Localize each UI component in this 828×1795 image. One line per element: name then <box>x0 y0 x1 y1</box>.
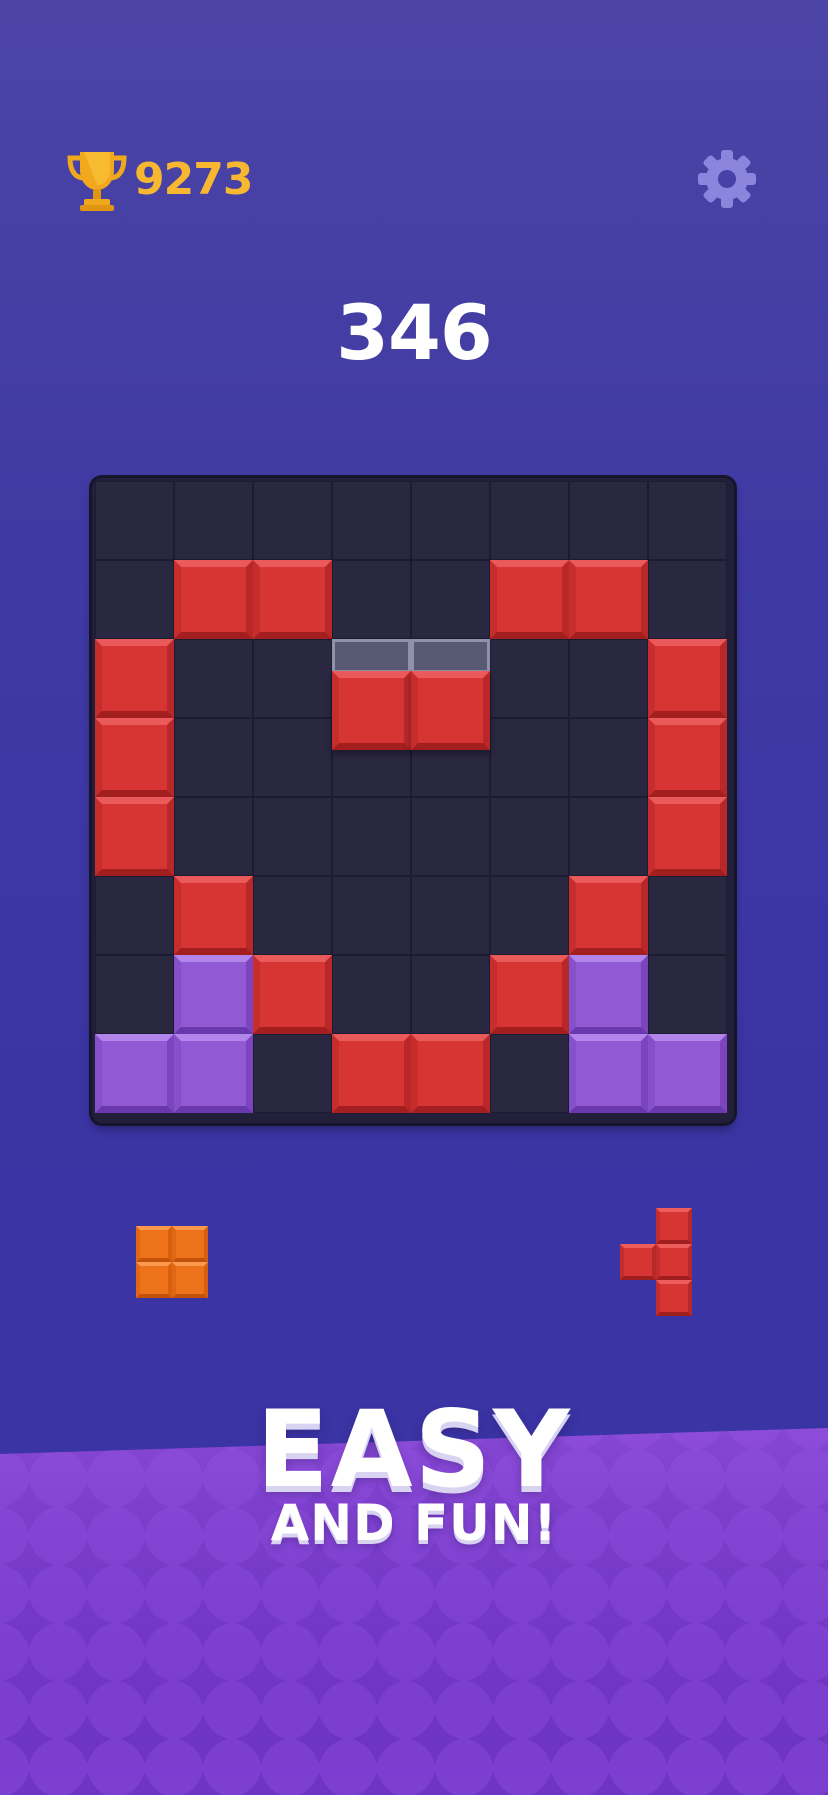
board-cell[interactable] <box>174 718 253 797</box>
purple-block <box>95 1034 174 1113</box>
board-cell[interactable] <box>174 639 253 718</box>
dragging-block[interactable] <box>332 671 411 750</box>
purple-block <box>174 955 253 1034</box>
red-block <box>569 876 648 955</box>
red-block <box>411 1034 490 1113</box>
purple-block <box>569 955 648 1034</box>
board-cell[interactable] <box>95 876 174 955</box>
red-block <box>490 560 569 639</box>
current-score: 346 <box>336 288 493 377</box>
board-cell[interactable] <box>490 797 569 876</box>
orange-mini-block <box>172 1226 208 1262</box>
board-cell[interactable] <box>490 1034 569 1113</box>
trophy-icon <box>66 148 128 212</box>
board-cell[interactable] <box>253 876 332 955</box>
board-cell[interactable] <box>411 797 490 876</box>
red-block <box>95 797 174 876</box>
board-cell[interactable] <box>95 955 174 1034</box>
red-block <box>648 718 727 797</box>
board-cell[interactable] <box>253 639 332 718</box>
board-cell[interactable] <box>411 876 490 955</box>
orange-mini-block <box>136 1262 172 1298</box>
board-cell[interactable] <box>569 797 648 876</box>
board-cell[interactable] <box>95 481 174 560</box>
board-cell[interactable] <box>253 797 332 876</box>
board-cell[interactable] <box>490 481 569 560</box>
board-cell[interactable] <box>253 718 332 797</box>
board-cell[interactable] <box>648 560 727 639</box>
board-cell[interactable] <box>648 955 727 1034</box>
purple-block <box>648 1034 727 1113</box>
dragging-block[interactable] <box>411 671 490 750</box>
red-block <box>648 797 727 876</box>
red-block <box>174 560 253 639</box>
red-block <box>490 955 569 1034</box>
board-cell[interactable] <box>332 955 411 1034</box>
board-cell[interactable] <box>569 639 648 718</box>
drop-preview <box>411 639 490 673</box>
purple-block <box>569 1034 648 1113</box>
red-mini-block <box>656 1244 692 1280</box>
red-mini-block <box>656 1208 692 1244</box>
red-block <box>253 955 332 1034</box>
purple-block <box>174 1034 253 1113</box>
orange-mini-block <box>172 1262 208 1298</box>
board-cell[interactable] <box>648 481 727 560</box>
board-cell[interactable] <box>569 718 648 797</box>
drop-preview <box>332 639 411 673</box>
board-cell[interactable] <box>490 718 569 797</box>
board-cell[interactable] <box>648 876 727 955</box>
board-cell[interactable] <box>332 481 411 560</box>
top-bar: 9273 <box>0 0 828 260</box>
board-cell[interactable] <box>174 481 253 560</box>
red-mini-block <box>656 1280 692 1316</box>
board-cell[interactable] <box>411 560 490 639</box>
best-score: 9273 <box>134 154 253 205</box>
red-block <box>253 560 332 639</box>
banner-title: EASY <box>256 1388 572 1511</box>
orange-mini-block <box>136 1226 172 1262</box>
board-cell[interactable] <box>95 560 174 639</box>
board-cell[interactable] <box>490 639 569 718</box>
board-cell[interactable] <box>411 481 490 560</box>
board-cell[interactable] <box>411 955 490 1034</box>
red-block <box>332 1034 411 1113</box>
red-block <box>174 876 253 955</box>
gear-icon[interactable] <box>696 148 758 210</box>
red-block <box>95 718 174 797</box>
board-cell[interactable] <box>332 876 411 955</box>
board-cell[interactable] <box>253 481 332 560</box>
banner-subtitle: AND FUN! <box>270 1494 558 1552</box>
board-cell[interactable] <box>490 876 569 955</box>
board-cell[interactable] <box>332 560 411 639</box>
board-cell[interactable] <box>174 797 253 876</box>
red-block <box>569 560 648 639</box>
board-cell[interactable] <box>253 1034 332 1113</box>
game-board[interactable] <box>92 478 734 1123</box>
board-cell[interactable] <box>332 797 411 876</box>
red-block <box>648 639 727 718</box>
red-block <box>95 639 174 718</box>
board-cell[interactable] <box>569 481 648 560</box>
red-mini-block <box>620 1244 656 1280</box>
